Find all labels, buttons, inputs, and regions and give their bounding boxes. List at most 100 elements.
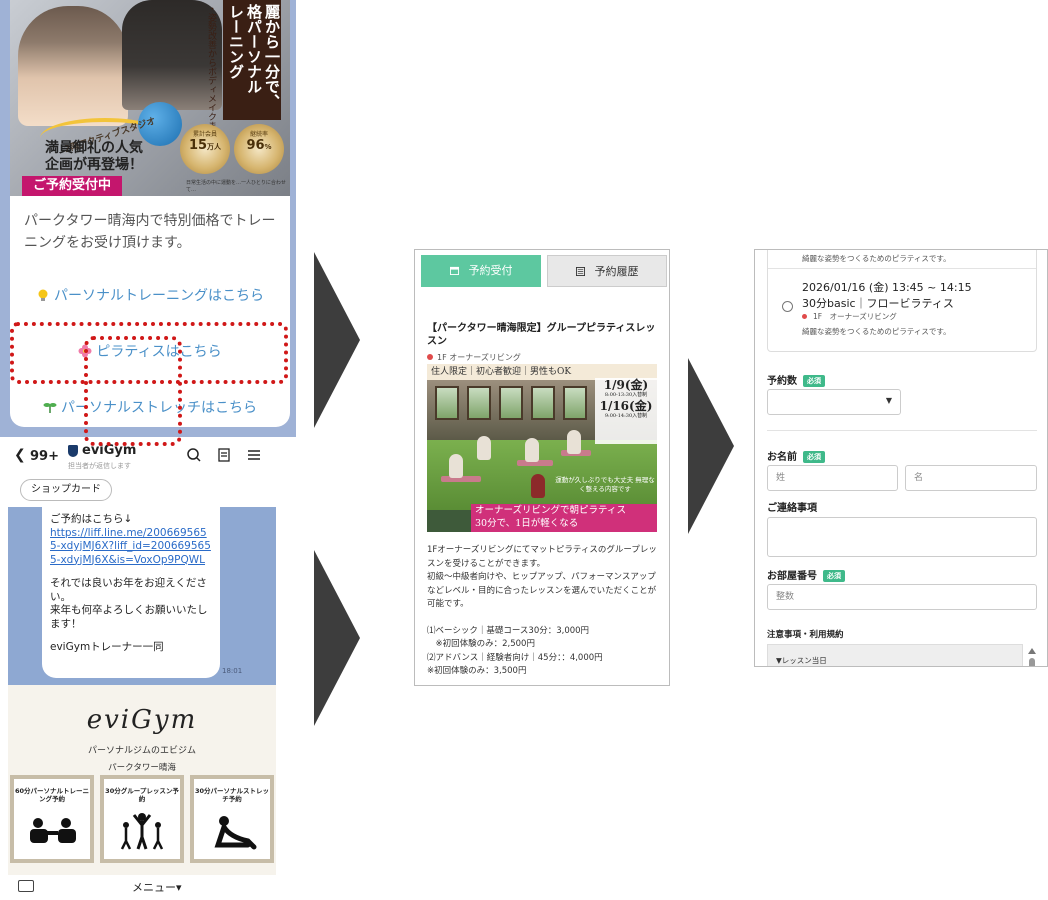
tab-label: 予約受付 — [468, 264, 513, 277]
medal-caption: 継続率 — [249, 131, 268, 138]
terms-box[interactable]: ▼レッスン当日 — [767, 644, 1023, 666]
verified-shield-icon — [68, 445, 78, 457]
banner-title-line: 格パーソナル — [245, 4, 263, 94]
required-badge: 必須 — [803, 451, 825, 463]
photo-window — [435, 386, 459, 420]
menu-icon[interactable] — [246, 447, 262, 463]
stretch-tile[interactable]: 30分パーソナルストレッチ予約 — [190, 775, 274, 863]
terms-label: 注意事項・利用規約 — [767, 630, 844, 640]
group-exercise-icon — [120, 813, 164, 850]
photo-window — [499, 386, 523, 420]
count-select[interactable]: ▼ — [767, 389, 901, 415]
photo-person — [567, 430, 581, 454]
medal-members: 累計会員 15万人 — [180, 124, 230, 174]
lesson-photo: 住人限定｜初心者歓迎｜男性もOK 1/9(金) 8:00-13:30入替制 1/… — [427, 364, 657, 532]
banner-fine-text: 日常生活の中に運動を…一人ひとりに合わせて… — [186, 180, 286, 193]
personal-training-link[interactable]: パーソナルトレーニングはこちら — [10, 285, 290, 305]
scroll-up-icon[interactable] — [1028, 648, 1036, 654]
tab-history[interactable]: 予約履歴 — [547, 255, 667, 287]
room-number-field[interactable]: 整数 — [767, 584, 1037, 610]
tile-label: 30分グループレッスン予約 — [105, 787, 179, 803]
unread-count: 99+ — [30, 449, 59, 464]
photo-person — [525, 438, 539, 462]
list-icon — [575, 267, 585, 276]
lesson-datetime: 2026/01/16 (金) 13:45 ~ 14:15 — [802, 281, 972, 294]
lesson-course: 30分basic｜フロービラティス — [802, 297, 954, 310]
photo-person — [449, 454, 463, 478]
photo-window — [531, 386, 555, 420]
stretching-icon — [214, 816, 257, 850]
slogan-line: 企画が再登場！ — [45, 157, 143, 173]
promo-banner-image[interactable]: ・姿勢改善からボディメイクまで 麗から一分で、 格パーソナル レーニング 2階ア… — [10, 0, 290, 196]
photo-person — [477, 436, 491, 460]
medal-retention: 継続率 96% — [234, 124, 284, 174]
description-line: 初級〜中級者向けや、ヒップアップ、パフォーマンスアップなどレベル・目的に合ったレ… — [427, 572, 657, 609]
banner-slogan: 満員御礼の人気 企画が再登場！ — [34, 140, 154, 174]
flow-arrow — [688, 358, 734, 534]
rich-menu: eviGym パーソナルジムのエビジム パークタワー晴海 60分パーソナルトレー… — [8, 685, 276, 875]
photo-note: 運動が久しぶりでも大丈夫 無理なく整える内容です — [555, 476, 655, 493]
seedling-icon — [43, 403, 57, 413]
reservation-open-badge: ご予約受付中 — [22, 176, 122, 196]
lesson-location: 1F オーナーズリビング — [427, 352, 521, 363]
banner-title-line: レーニング — [227, 4, 245, 79]
slogan-line: 満員御礼の人気 — [45, 140, 143, 156]
bubble-text: ご予約はこちら↓ — [50, 513, 133, 525]
terms-scrollbar[interactable] — [1027, 644, 1037, 666]
contact-label: ご連絡事項 — [767, 503, 817, 514]
message-text: パークタワー晴海内で特別価格でトレーニングをお受け頂けます。 — [24, 213, 276, 251]
lightbulb-icon — [38, 289, 48, 301]
map-pin-icon — [427, 354, 433, 360]
link-label: パーソナルトレーニングはこちら — [54, 288, 264, 304]
photo-window — [563, 386, 587, 420]
price-line: ※初回体験のみ：2,500円 — [427, 639, 535, 649]
message-bubble: ご予約はこちら↓ https://liff.line.me/2006695655… — [42, 505, 220, 678]
option-description: 綺麗な姿勢をつくるためのピラティスです。 — [802, 327, 951, 336]
required-badge: 必須 — [823, 570, 845, 582]
terms-text: ▼レッスン当日 — [776, 656, 827, 665]
bubble-signature: eviGymトレーナー一同 — [50, 641, 164, 653]
required-badge: 必須 — [803, 375, 825, 387]
medal-value: 15万人 — [188, 138, 222, 153]
tab-label: 予約履歴 — [594, 265, 639, 278]
group-lesson-tile[interactable]: 30分グループレッスン予約 — [100, 775, 184, 863]
divider — [767, 430, 1037, 431]
line-chat-screen: ❮ 99+ eviGym 担当者が返信します ショップカード ご予約はこちら↓ … — [8, 437, 276, 900]
shop-card-button[interactable]: ショップカード — [20, 479, 112, 501]
notes-icon[interactable] — [216, 447, 232, 463]
rich-menu-toggle[interactable]: メニュー▾ — [132, 879, 182, 895]
description-line: 1Fオーナーズリビングにてマットピラティスのグループレッスンを受けることができま… — [427, 545, 657, 569]
photo-dates: 1/9(金) 8:00-13:30入替制 1/16(金) 9:00-14:30入… — [595, 378, 657, 444]
last-name-field[interactable]: 姓 — [767, 465, 898, 491]
medal-caption: 累計会員 — [192, 131, 217, 138]
back-chevron-icon[interactable]: ❮ — [14, 447, 26, 463]
chat-messages: ご予約はこちら↓ https://liff.line.me/2006695655… — [8, 505, 276, 685]
price-line: ⑴ベーシック｜基礎コース30分：3,000円 — [427, 625, 590, 636]
keyboard-icon[interactable] — [18, 880, 34, 892]
photo-window — [467, 386, 491, 420]
tab-reservation[interactable]: 予約受付 — [421, 255, 541, 287]
bubble-text: それでは良いお年をお迎えください。 — [50, 577, 207, 603]
time-2: 9:00-14:30入替制 — [604, 413, 648, 419]
search-icon[interactable] — [186, 447, 202, 463]
flow-arrow — [314, 550, 360, 726]
bubble-text: 来年も何卒よろしくお願いいたします！ — [50, 604, 208, 630]
price-line: ※初回体験のみ：3,500円 — [427, 666, 527, 676]
lesson-radio[interactable] — [782, 301, 793, 312]
first-name-field[interactable]: 名 — [905, 465, 1037, 491]
reservation-url-link[interactable]: https://liff.line.me/2006695655-xdyjMJ6X… — [50, 527, 212, 568]
banner-vertical-subtitle: ・姿勢改善からボディメイクまで — [206, 4, 216, 139]
scroll-thumb[interactable] — [1029, 658, 1035, 666]
lesson-detail-screen: 予約受付 予約履歴 【パークタワー晴海限定】グループピラティスレッスン 1F オ… — [414, 249, 670, 686]
band-line: オーナーズリビングで朝ピラティス — [475, 505, 626, 516]
contact-textarea[interactable] — [767, 517, 1037, 557]
lesson-location: 1F オーナーズリビング — [802, 311, 897, 322]
band-line: 30分で、1日が軽くなる — [475, 518, 579, 529]
option-description: 綺麗な姿勢をつくるためのピラティスです。 — [802, 254, 951, 263]
trainer-icon — [30, 818, 76, 843]
evigym-logo: eviGym — [86, 705, 198, 735]
banner-title-box: 麗から一分で、 格パーソナル レーニング — [223, 0, 281, 120]
account-subtitle: 担当者が返信します — [68, 462, 131, 470]
personal-training-tile[interactable]: 60分パーソナルトレーニング予約 — [10, 775, 94, 863]
photo-person — [531, 474, 545, 498]
